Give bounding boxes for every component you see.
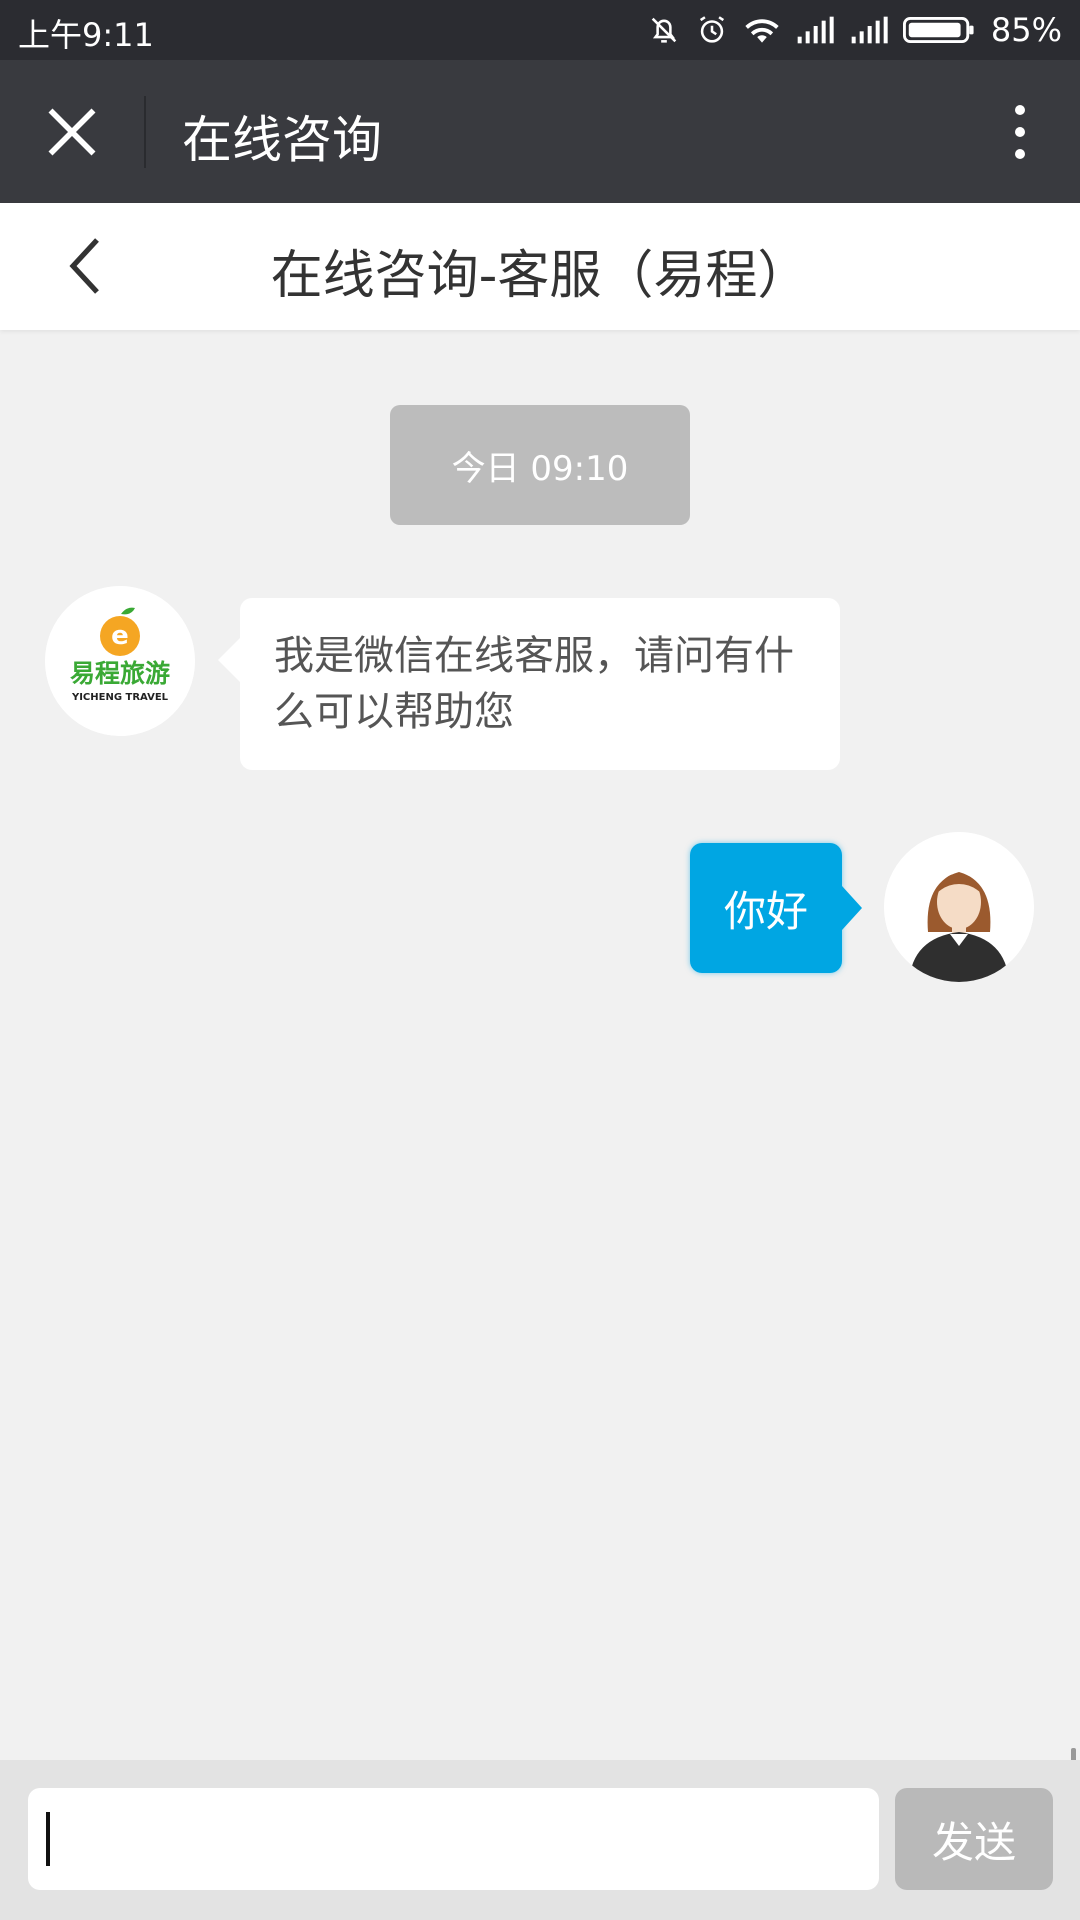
send-button[interactable]: 发送 — [895, 1788, 1053, 1890]
more-button[interactable] — [990, 96, 1050, 168]
more-vertical-icon — [1015, 105, 1025, 115]
yicheng-travel-logo: e 易程旅游 YICHENG TRAVEL — [45, 586, 195, 736]
svg-text:e: e — [111, 621, 129, 651]
user-avatar-icon — [884, 832, 1034, 982]
more-vertical-icon-dot — [1015, 149, 1025, 159]
status-icons: 85% — [647, 8, 1062, 52]
close-icon — [48, 108, 96, 156]
close-button[interactable] — [36, 96, 108, 168]
text-caret — [46, 1812, 50, 1866]
user-avatar[interactable] — [884, 832, 1034, 982]
svg-text:YICHENG TRAVEL: YICHENG TRAVEL — [71, 692, 169, 703]
signal-icon — [851, 16, 888, 44]
alarm-icon — [699, 16, 724, 43]
chat-timestamp: 今日 09:10 — [390, 405, 690, 525]
mute-bell-icon — [651, 17, 677, 43]
composer-bar: 发送 — [0, 1760, 1080, 1920]
status-bar: 上午9:11 85% — [0, 0, 1080, 60]
wifi-icon — [745, 19, 779, 43]
svg-text:易程旅游: 易程旅游 — [70, 659, 170, 688]
battery-icon — [902, 17, 974, 43]
user-message-bubble[interactable]: 你好 — [690, 843, 862, 973]
service-message-bubble[interactable]: 我是微信在线客服，请问有什么可以帮助您 — [218, 598, 840, 770]
more-vertical-icon-dot — [1015, 127, 1025, 137]
page-header: 在线咨询-客服（易程） — [0, 203, 1080, 330]
service-avatar[interactable]: e 易程旅游 YICHENG TRAVEL — [45, 586, 195, 736]
signal-icon — [797, 16, 834, 44]
title-divider — [144, 96, 146, 168]
battery-percent: 85% — [990, 11, 1062, 49]
page-title: 在线咨询-客服（易程） — [270, 246, 810, 306]
chat-area[interactable]: 今日 09:10 e 易程旅游 YICHENG TRAVEL 我是微信在线客服，… — [0, 330, 1080, 1762]
wechat-title-bar: 在线咨询 — [0, 60, 1080, 203]
status-time: 上午9:11 — [18, 16, 154, 54]
wechat-title: 在线咨询 — [182, 111, 382, 169]
message-input[interactable] — [28, 1788, 879, 1890]
